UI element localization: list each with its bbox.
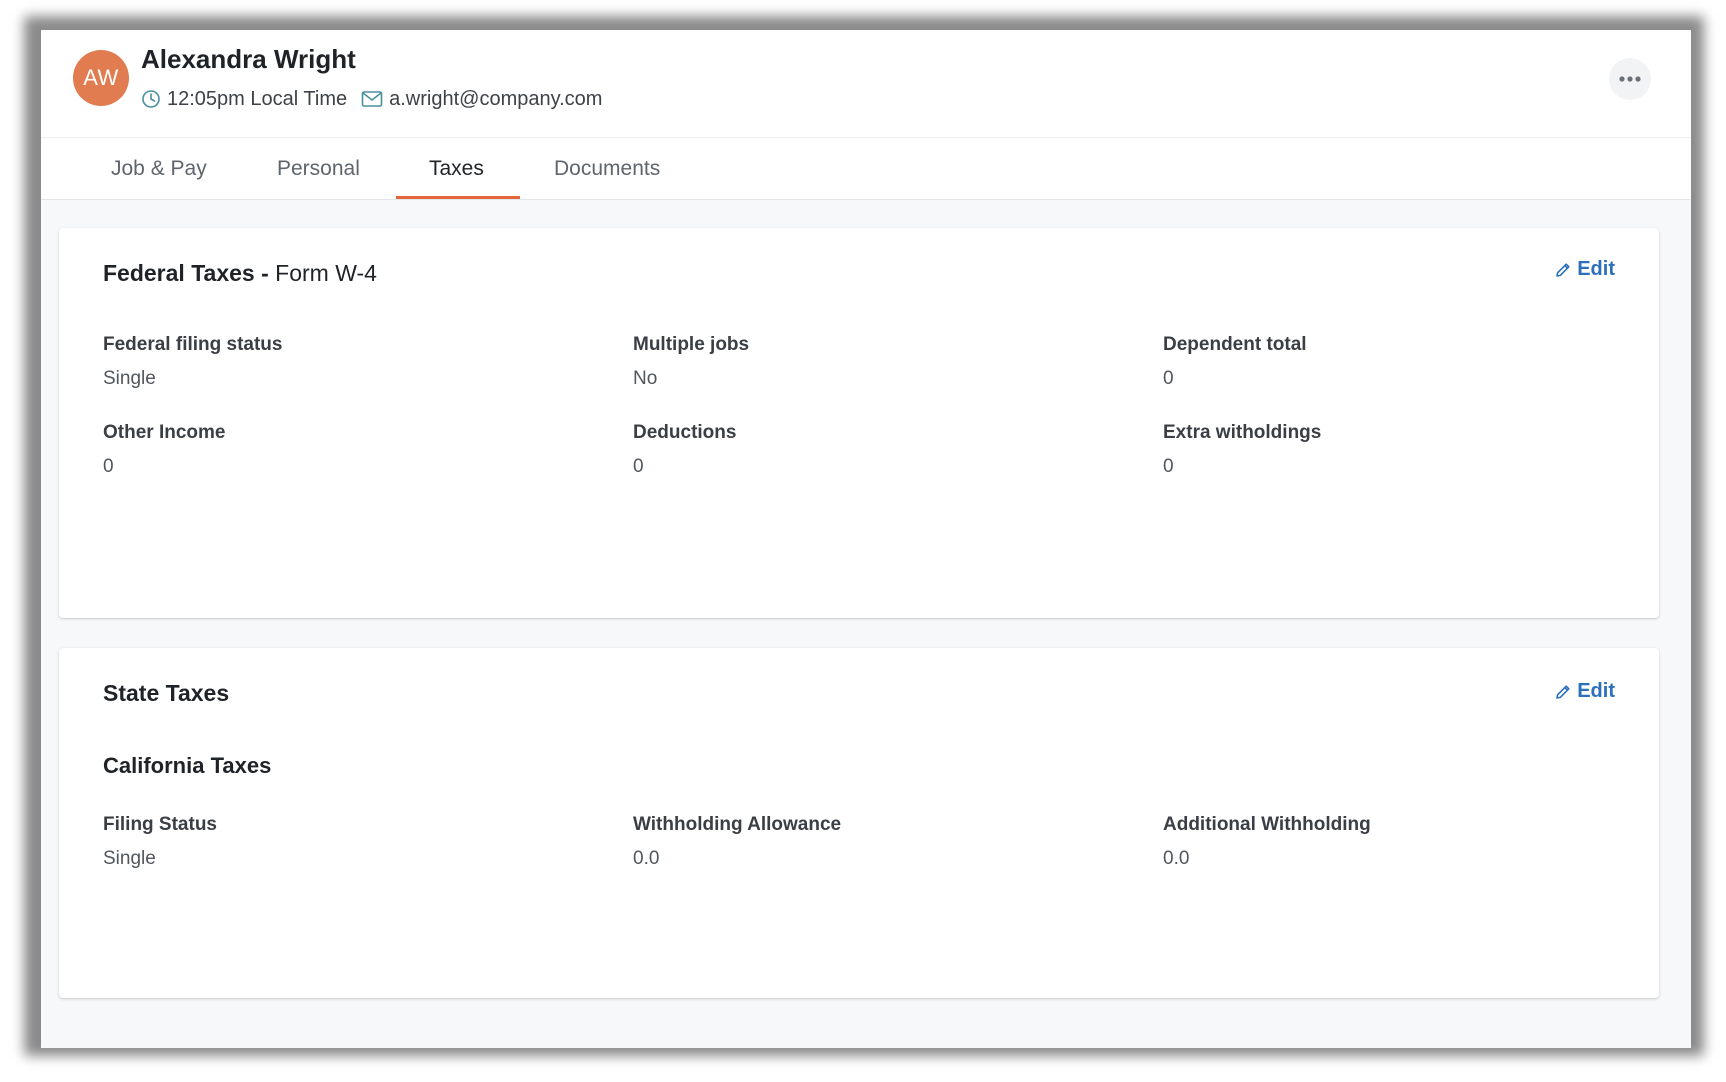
employee-name: Alexandra Wright bbox=[141, 44, 356, 74]
field-additional-withholding: Additional Withholding 0.0 bbox=[1163, 812, 1643, 872]
clock-icon bbox=[141, 89, 161, 109]
field-value: Single bbox=[103, 848, 156, 869]
field-label: Withholding Allowance bbox=[633, 814, 842, 835]
employee-profile-window: AW Alexandra Wright 12:05pm Local Time a… bbox=[41, 30, 1691, 1048]
email-link[interactable]: a.wright@company.com bbox=[389, 88, 602, 111]
field-label: Dependent total bbox=[1163, 334, 1307, 355]
state-edit-label: Edit bbox=[1577, 680, 1615, 702]
field-extra-witholdings: Extra witholdings 0 bbox=[1163, 420, 1643, 480]
field-federal-filing-status: Federal filing status Single bbox=[103, 332, 583, 392]
field-dependent-total: Dependent total 0 bbox=[1163, 332, 1643, 392]
employee-meta: 12:05pm Local Time a.wright@company.com bbox=[141, 86, 602, 112]
pencil-icon bbox=[1554, 683, 1572, 701]
field-multiple-jobs: Multiple jobs No bbox=[633, 332, 1113, 392]
field-value: 0.0 bbox=[1163, 848, 1190, 869]
federal-taxes-card: Federal Taxes - Form W-4 Edit Federal fi… bbox=[59, 228, 1659, 618]
federal-edit-label: Edit bbox=[1577, 258, 1615, 280]
field-deductions: Deductions 0 bbox=[633, 420, 1113, 480]
field-label: Multiple jobs bbox=[633, 334, 750, 355]
profile-header: AW Alexandra Wright 12:05pm Local Time a… bbox=[41, 30, 1691, 138]
federal-taxes-title: Federal Taxes - Form W-4 bbox=[103, 260, 377, 287]
field-label: Deductions bbox=[633, 422, 737, 443]
field-label: Filing Status bbox=[103, 814, 217, 835]
field-label: Extra witholdings bbox=[1163, 422, 1322, 443]
tab-personal[interactable]: Personal bbox=[277, 138, 360, 200]
field-value: 0.0 bbox=[633, 848, 660, 869]
field-label: Other Income bbox=[103, 422, 226, 443]
field-value: 0 bbox=[633, 456, 644, 477]
field-other-income: Other Income 0 bbox=[103, 420, 583, 480]
local-time: 12:05pm Local Time bbox=[167, 87, 348, 110]
more-options-button[interactable] bbox=[1609, 58, 1651, 100]
avatar: AW bbox=[73, 50, 129, 106]
california-taxes-heading: California Taxes bbox=[103, 753, 272, 778]
tab-job-pay[interactable]: Job & Pay bbox=[111, 138, 207, 200]
federal-taxes-title-bold: Federal Taxes - bbox=[103, 260, 269, 286]
federal-taxes-form-name: Form W-4 bbox=[275, 260, 377, 286]
field-value: Single bbox=[103, 368, 156, 389]
federal-edit-button[interactable]: Edit bbox=[1554, 258, 1615, 281]
state-taxes-title: State Taxes bbox=[103, 680, 230, 706]
field-label: Additional Withholding bbox=[1163, 814, 1371, 835]
more-horizontal-icon bbox=[1618, 70, 1642, 88]
active-tab-indicator bbox=[396, 196, 520, 199]
state-edit-button[interactable]: Edit bbox=[1554, 680, 1615, 703]
field-value: 0 bbox=[1163, 456, 1174, 477]
field-label: Federal filing status bbox=[103, 334, 283, 355]
avatar-initials: AW bbox=[83, 65, 119, 90]
field-value: No bbox=[633, 368, 658, 389]
state-taxes-card: State Taxes Edit California Taxes Filing… bbox=[59, 648, 1659, 998]
pencil-icon bbox=[1554, 261, 1572, 279]
tab-taxes[interactable]: Taxes bbox=[429, 138, 484, 200]
field-value: 0 bbox=[103, 456, 114, 477]
field-filing-status: Filing Status Single bbox=[103, 812, 583, 872]
tab-documents[interactable]: Documents bbox=[554, 138, 660, 200]
mail-icon bbox=[361, 90, 383, 108]
field-withholding-allowance: Withholding Allowance 0.0 bbox=[633, 812, 1113, 872]
field-value: 0 bbox=[1163, 368, 1174, 389]
profile-tabs: Job & Pay Personal Taxes Documents bbox=[41, 138, 1691, 200]
